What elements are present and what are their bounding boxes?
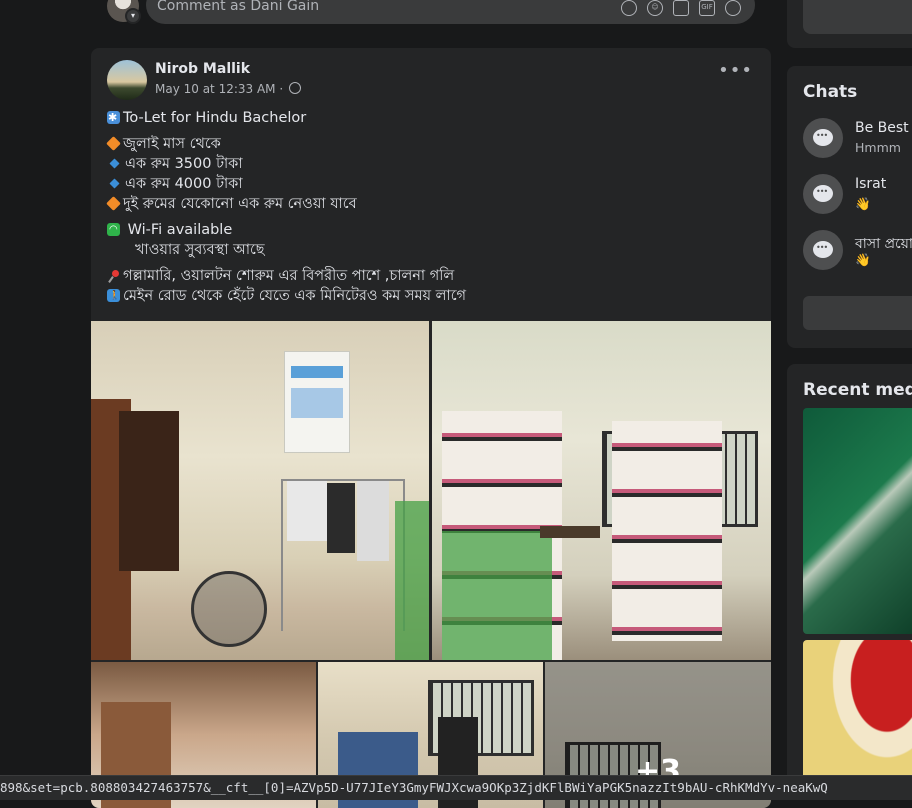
snowflake-icon: [107, 108, 120, 128]
orange-diamond-icon: [106, 196, 121, 211]
hanging-cloth: [357, 481, 389, 561]
post-text: To-Let for Hindu Bachelor জুলাই মাস থেকে…: [106, 108, 747, 306]
comment-placeholder: Comment as Dani Gain: [157, 0, 320, 14]
left-sidebar-background: [0, 0, 92, 800]
chats-panel: Chats Be Best Hmmm Israt 👋 বাসা প্রয়ো 👋: [787, 66, 912, 348]
table-fan: [191, 571, 267, 647]
chat-bubble-icon: [803, 174, 843, 214]
avatar-sticker-icon[interactable]: [725, 0, 741, 16]
chat-item[interactable]: Be Best Hmmm: [803, 118, 912, 162]
post-line-walk: মেইন রোড থেকে হেঁটে যেতে এক মিনিটেরও কম …: [107, 286, 747, 306]
walking-person-icon: [107, 286, 120, 306]
mosquito-net: [442, 531, 552, 660]
blue-diamond-icon: [109, 158, 120, 169]
see-all-chats-button[interactable]: [803, 296, 912, 330]
blue-diamond-icon: [109, 178, 120, 189]
globe-icon: [289, 82, 301, 94]
post-line: এক রুম 4000 টাকা: [107, 174, 747, 194]
post-photo-1[interactable]: [91, 321, 429, 660]
comment-input[interactable]: Comment as Dani Gain ☺ GIF: [146, 0, 755, 24]
hanging-cloth: [327, 483, 355, 553]
chat-message: Hmmm: [855, 140, 901, 155]
doorway-shape: [119, 411, 179, 571]
recent-media-thumbnail[interactable]: [803, 408, 912, 634]
right-top-button[interactable]: [803, 0, 912, 34]
link-status-bar: 898&set=pcb.808803427463757&__cft__[0]=A…: [0, 775, 912, 800]
post-line-food: খাওয়ার সুব্যবস্থা আছে: [135, 242, 265, 258]
post-meta: May 10 at 12:33 AM ·: [155, 82, 301, 96]
author-avatar[interactable]: [107, 60, 147, 100]
curtain-right: [612, 421, 722, 641]
post-timestamp[interactable]: May 10 at 12:33 AM ·: [155, 82, 283, 96]
more-options-button[interactable]: •••: [718, 62, 753, 80]
pushpin-icon: [107, 269, 120, 282]
chevron-down-icon[interactable]: ▾: [125, 8, 141, 24]
emoji-icon[interactable]: ☺: [647, 0, 663, 16]
chat-bubble-icon: [803, 118, 843, 158]
recent-media-title: Recent media: [803, 380, 912, 400]
post-line: দুই রুমের যেকোনো এক রুম নেওয়া যাবে: [106, 194, 747, 214]
recent-media-panel: Recent media: [787, 364, 912, 800]
post-line: জুলাই মাস থেকে: [106, 134, 747, 154]
chat-name: Israt: [855, 176, 887, 192]
chat-message: 👋: [855, 196, 871, 211]
post-line-title: To-Let for Hindu Bachelor: [107, 108, 747, 128]
chat-message: 👋: [855, 252, 871, 267]
green-cloth: [395, 501, 429, 660]
chat-item[interactable]: বাসা প্রয়ো 👋: [803, 230, 912, 274]
chat-item[interactable]: Israt 👋: [803, 174, 912, 218]
chat-bubble-icon: [803, 230, 843, 270]
hanging-cloth: [287, 481, 327, 541]
right-top-card: [787, 0, 912, 48]
calendar-poster: [284, 351, 350, 453]
author-name[interactable]: Nirob Mallik: [155, 61, 250, 77]
gif-icon[interactable]: GIF: [699, 0, 715, 16]
sticker-icon[interactable]: [621, 0, 637, 16]
post-photo-2[interactable]: [432, 321, 771, 660]
chat-name: Be Best: [855, 120, 909, 136]
post-card: Nirob Mallik May 10 at 12:33 AM · ••• To…: [91, 48, 771, 808]
post-line-location: গল্লামারি, ওয়ালটন শোরুম এর বিপরীত পাশে …: [107, 266, 747, 286]
post-line-wifi: Wi-Fi available: [107, 220, 747, 240]
camera-icon[interactable]: [673, 0, 689, 16]
chats-title: Chats: [803, 82, 858, 102]
orange-diamond-icon: [106, 136, 121, 151]
desk: [540, 526, 600, 538]
post-line: এক রুম 3500 টাকা: [107, 154, 747, 174]
commenter-avatar[interactable]: ▾: [107, 0, 141, 24]
wifi-icon: [107, 220, 120, 240]
